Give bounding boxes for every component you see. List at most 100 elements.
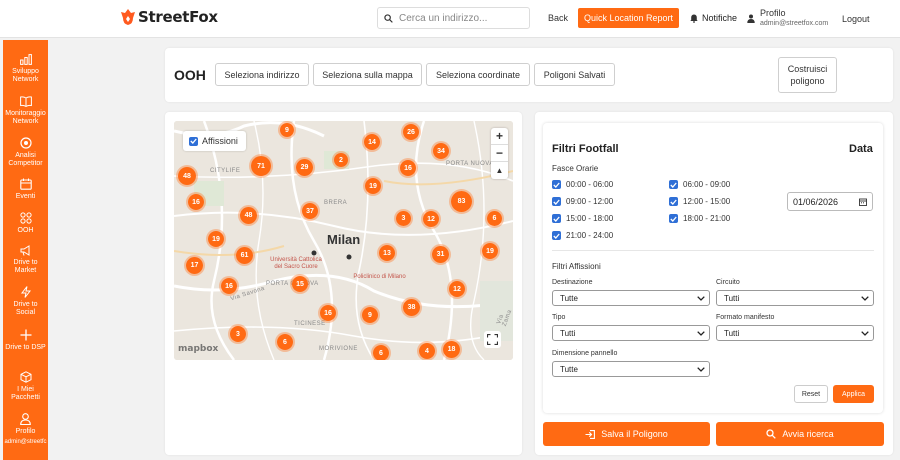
logout-link[interactable]: Logout [842, 14, 870, 24]
map-cluster[interactable]: 2 [332, 151, 350, 169]
map-cluster[interactable]: 29 [294, 157, 315, 178]
sidebar-item-label: Drive to Social [13, 301, 38, 316]
map-cluster[interactable]: 19 [206, 229, 226, 249]
affissioni-layer-toggle[interactable]: Affissioni [183, 131, 246, 151]
map-cluster[interactable]: 6 [371, 343, 391, 360]
brand-logo[interactable]: StreetFox [121, 8, 218, 26]
save-polygon-button[interactable]: Salva il Poligono [543, 422, 710, 446]
map-cluster[interactable]: 16 [398, 158, 418, 178]
sidebar-item-profilo[interactable]: Profilo admin@streetfc [3, 413, 48, 446]
sidebar-item-monitoraggio-network[interactable]: Monitoraggio Network [3, 96, 48, 126]
dimensione-pannello-select[interactable]: Tutte [552, 361, 710, 377]
tab-poligoni-salvati[interactable]: Poligoni Salvati [534, 63, 615, 86]
slot-checkbox-1500-1800[interactable]: 15:00 - 18:00 [552, 214, 613, 223]
map-cluster[interactable]: 16 [318, 303, 338, 323]
map-cluster[interactable]: 14 [362, 132, 382, 152]
sidebar-item-sviluppo-network[interactable]: Sviluppo Network [3, 54, 48, 84]
slot-checkbox-0900-1200[interactable]: 09:00 - 12:00 [552, 197, 613, 206]
checkbox-checked-icon[interactable] [552, 231, 561, 240]
mapbox-attribution[interactable]: mapbox [178, 344, 218, 354]
map-cluster[interactable]: 13 [377, 243, 397, 263]
formato-manifesto-select[interactable]: Tutti [716, 325, 874, 341]
quick-location-report-button[interactable]: Quick Location Report [578, 8, 679, 28]
map-cluster[interactable]: 15 [290, 274, 310, 294]
circuito-select[interactable]: Tutti [716, 290, 874, 306]
tab-seleziona-indirizzo[interactable]: Seleziona indirizzo [215, 63, 309, 86]
destinazione-select[interactable]: Tutte [552, 290, 710, 306]
map-cluster[interactable]: 48 [238, 205, 259, 226]
slot-checkbox-0000-0600[interactable]: 00:00 - 06:00 [552, 180, 613, 189]
map-cluster[interactable]: 12 [447, 279, 467, 299]
map-cluster[interactable]: 16 [186, 192, 206, 212]
map-cluster[interactable]: 37 [300, 201, 320, 221]
map-cluster[interactable]: 6 [485, 209, 504, 228]
notifications-label: Notifiche [702, 13, 738, 23]
search-icon [384, 13, 393, 23]
map-cluster[interactable]: 19 [363, 176, 383, 196]
map-cluster[interactable]: 48 [176, 165, 198, 187]
map-canvas[interactable]: CITYLIFE BRERA PORTA NUOVA PORTA GENOVA … [174, 121, 513, 360]
map-cluster[interactable]: 3 [228, 324, 248, 344]
notifications-link[interactable]: Notifiche [690, 13, 737, 23]
sidebar-item-drive-to-dsp[interactable]: Drive to DSP [3, 329, 48, 352]
date-picker[interactable]: 01/06/2026 [787, 192, 873, 211]
checkbox-checked-icon[interactable] [189, 136, 198, 146]
map-cluster[interactable]: 6 [275, 332, 295, 352]
profile-menu[interactable]: Profilo admin@streetfox.com [747, 8, 828, 27]
calendar-icon[interactable] [859, 198, 867, 206]
checkbox-checked-icon[interactable] [552, 214, 561, 223]
dimensione-pannello-label: Dimensione pannello [552, 350, 618, 357]
reset-button[interactable]: Reset [794, 385, 828, 403]
map-cluster[interactable]: 4 [417, 341, 437, 360]
start-search-label: Avvia ricerca [782, 429, 834, 439]
sidebar-item-drive-to-social[interactable]: Drive to Social [3, 286, 48, 317]
sidebar-item-i-miei-pacchetti[interactable]: I Miei Pacchetti [3, 371, 48, 402]
map-cluster[interactable]: 9 [360, 305, 380, 325]
map-cluster[interactable]: 71 [249, 154, 273, 178]
map-cluster[interactable]: 19 [480, 241, 500, 261]
start-search-button[interactable]: Avvia ricerca [716, 422, 884, 446]
map-cluster[interactable]: 9 [278, 121, 296, 139]
tab-seleziona-sulla-mappa[interactable]: Seleziona sulla mappa [313, 63, 422, 86]
map-cluster[interactable]: 17 [184, 255, 205, 276]
checkbox-checked-icon[interactable] [552, 180, 561, 189]
zoom-out-button[interactable]: − [491, 145, 508, 162]
map-cluster[interactable]: 3 [394, 209, 413, 228]
map-cluster[interactable]: 12 [421, 209, 441, 229]
build-polygon-button[interactable]: Costruisci poligono [778, 57, 837, 93]
map-cluster[interactable]: 83 [449, 189, 474, 214]
tipo-select[interactable]: Tutti [552, 325, 710, 341]
map-cluster[interactable]: 18 [441, 339, 462, 360]
dimensione-pannello-value: Tutte [560, 364, 578, 374]
brand-name: StreetFox [138, 8, 218, 26]
user-icon [20, 413, 31, 425]
checkbox-checked-icon[interactable] [669, 197, 678, 206]
map-cluster[interactable]: 34 [431, 141, 451, 161]
slot-checkbox-1800-2100[interactable]: 18:00 - 21:00 [669, 214, 730, 223]
sidebar-item-drive-to-market[interactable]: Drive to Market [3, 245, 48, 275]
map-cluster[interactable]: 26 [401, 122, 421, 142]
map-cluster[interactable]: 16 [219, 276, 239, 296]
fullscreen-button[interactable] [484, 331, 501, 348]
tab-seleziona-coordinate[interactable]: Seleziona coordinate [426, 63, 530, 86]
compass-icon[interactable]: ▲ [491, 162, 508, 179]
map-cluster[interactable]: 31 [430, 244, 451, 265]
checkbox-checked-icon[interactable] [669, 180, 678, 189]
address-search[interactable] [377, 7, 530, 29]
search-input[interactable] [399, 12, 524, 24]
sidebar-item-ooh[interactable]: OOH [3, 212, 48, 235]
slot-checkbox-2100-2400[interactable]: 21:00 - 24:00 [552, 231, 613, 240]
apply-button[interactable]: Applica [833, 385, 874, 403]
zoom-in-button[interactable]: + [491, 128, 508, 145]
sidebar: Sviluppo Network Monitoraggio Network An… [3, 40, 48, 460]
map-cluster[interactable]: 61 [234, 245, 255, 266]
checkbox-checked-icon[interactable] [552, 197, 561, 206]
checkbox-checked-icon[interactable] [669, 214, 678, 223]
slot-checkbox-1200-1500[interactable]: 12:00 - 15:00 [669, 197, 730, 206]
back-link[interactable]: Back [548, 13, 568, 23]
sidebar-item-eventi[interactable]: Eventi [3, 178, 48, 201]
slot-checkbox-0600-0900[interactable]: 06:00 - 09:00 [669, 180, 730, 189]
map-cluster[interactable]: 38 [401, 297, 422, 318]
sidebar-item-analisi-competitor[interactable]: Analisi Competitor [3, 137, 48, 168]
book-icon [19, 96, 32, 107]
